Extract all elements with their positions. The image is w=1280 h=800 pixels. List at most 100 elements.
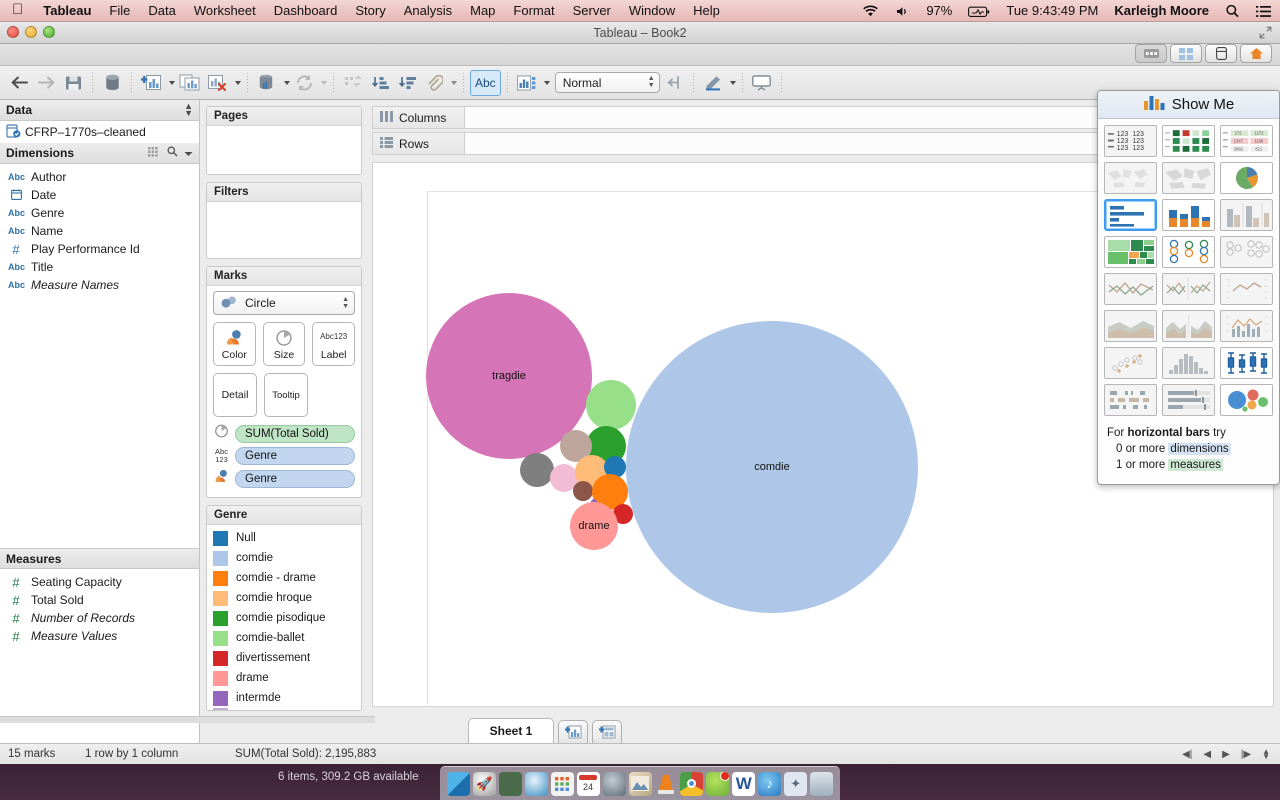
fullscreen-icon[interactable] bbox=[1259, 26, 1272, 39]
photo-booth-icon[interactable]: ✦ bbox=[784, 771, 808, 796]
mark-type-select[interactable]: Circle ▲ ▼ bbox=[213, 291, 355, 315]
show-me-line-discrete[interactable] bbox=[1162, 273, 1215, 305]
show-me-heat-map[interactable] bbox=[1162, 125, 1215, 157]
sort-descending-button[interactable] bbox=[394, 70, 420, 96]
dimension-date[interactable]: Date bbox=[0, 186, 199, 204]
label-shelf-button[interactable]: Abc 123 Label bbox=[312, 322, 356, 366]
legend-item-comdie-pisodique[interactable]: comdie pisodique bbox=[207, 608, 361, 628]
spotify-icon[interactable] bbox=[706, 771, 730, 796]
home-tab[interactable] bbox=[1240, 44, 1272, 63]
datasource-item[interactable]: CFRP–1770s–cleaned bbox=[0, 121, 199, 143]
measure-measure-values[interactable]: # Measure Values bbox=[0, 627, 199, 645]
pages-drop-zone[interactable] bbox=[207, 126, 361, 174]
fit-select[interactable]: Normal ▲ ▼ bbox=[554, 72, 660, 93]
vlc-icon[interactable] bbox=[655, 772, 678, 796]
window-controls[interactable] bbox=[7, 26, 55, 38]
measure-total-sold[interactable]: # Total Sold bbox=[0, 591, 199, 609]
legend-item-null[interactable]: Null bbox=[207, 528, 361, 548]
pin-button[interactable] bbox=[661, 70, 687, 96]
highlight-paperclip-button[interactable] bbox=[421, 70, 447, 96]
sheet-tab-sheet-1[interactable]: Sheet 1 bbox=[468, 718, 554, 743]
show-me-pie-chart[interactable] bbox=[1220, 162, 1273, 194]
last-page-icon[interactable]: |▶ bbox=[1241, 749, 1251, 760]
launchpad-icon[interactable]: 🚀 bbox=[472, 771, 496, 796]
menu-item-analysis[interactable]: Analysis bbox=[395, 3, 461, 18]
show-me-highlight-table[interactable]: 172 1272 1347 1196 2882 821 bbox=[1220, 125, 1273, 157]
notification-center-icon[interactable] bbox=[1248, 3, 1280, 18]
new-worksheet-tab-button[interactable] bbox=[558, 720, 588, 743]
show-me-stacked-bar[interactable] bbox=[1162, 199, 1215, 231]
color-shelf-button[interactable]: Color bbox=[213, 322, 256, 366]
pill-genre-label[interactable]: Genre bbox=[235, 447, 355, 465]
dimension-title[interactable]: Abc Title bbox=[0, 258, 199, 276]
dimension-name[interactable]: Abc Name bbox=[0, 222, 199, 240]
save-button[interactable] bbox=[60, 70, 86, 96]
format-dropdown-caret[interactable] bbox=[729, 80, 736, 85]
show-me-scatter-plot[interactable] bbox=[1104, 347, 1157, 379]
size-shelf-button[interactable]: Size bbox=[262, 322, 306, 366]
menu-bar-user[interactable]: Karleigh Moore bbox=[1106, 3, 1217, 18]
word-icon[interactable]: W bbox=[732, 771, 756, 796]
bubble-grey[interactable] bbox=[520, 453, 554, 487]
show-me-area-continuous[interactable] bbox=[1104, 310, 1157, 342]
new-worksheet-dropdown-caret[interactable] bbox=[169, 80, 175, 85]
database-tab[interactable] bbox=[1205, 44, 1237, 63]
menu-item-dashboard[interactable]: Dashboard bbox=[265, 3, 347, 18]
legend-item-comdie-drame[interactable]: comdie - drame bbox=[207, 568, 361, 588]
menu-item-window[interactable]: Window bbox=[620, 3, 684, 18]
legend-item-partial[interactable] bbox=[207, 708, 361, 710]
bubble-comdie-ballet[interactable] bbox=[586, 380, 636, 430]
refresh-data-source-button[interactable] bbox=[254, 70, 280, 96]
menu-item-worksheet[interactable]: Worksheet bbox=[185, 3, 265, 18]
status-nav-buttons[interactable]: ◀| ◀ ▶ |▶ ▲ ▼ bbox=[1182, 748, 1280, 761]
format-pen-button[interactable] bbox=[700, 70, 726, 96]
menu-item-format[interactable]: Format bbox=[504, 3, 563, 18]
legend-item-divertissement[interactable]: divertissement bbox=[207, 648, 361, 668]
legend-item-comdie-ballet[interactable]: comdie-ballet bbox=[207, 628, 361, 648]
chrome-icon[interactable] bbox=[680, 771, 704, 796]
new-dashboard-tab-button[interactable] bbox=[592, 720, 622, 743]
show-mark-labels-button[interactable]: Abc bbox=[470, 69, 501, 96]
refresh-data-source-caret[interactable] bbox=[284, 80, 290, 85]
menu-bar-clock[interactable]: Tue 9:43:49 PM bbox=[998, 3, 1106, 18]
legend-item-intermde[interactable]: intermde bbox=[207, 688, 361, 708]
grid-view-tab[interactable] bbox=[1170, 44, 1202, 63]
show-me-side-by-side-bar[interactable] bbox=[1220, 199, 1273, 231]
dimension-play-performance-id[interactable]: # Play Performance Id bbox=[0, 240, 199, 258]
dimensions-search-icon[interactable] bbox=[167, 146, 178, 160]
legend-item-comdie[interactable]: comdie bbox=[207, 548, 361, 568]
clear-sheet-dropdown-caret[interactable] bbox=[235, 80, 241, 85]
connect-data-button[interactable] bbox=[99, 70, 125, 96]
show-me-histogram[interactable] bbox=[1162, 347, 1215, 379]
show-me-dual-combination[interactable] bbox=[1220, 310, 1273, 342]
menu-item-tableau[interactable]: Tableau bbox=[34, 3, 100, 18]
next-page-icon[interactable]: ▶ bbox=[1222, 749, 1230, 760]
clear-sheet-button[interactable] bbox=[204, 70, 231, 96]
show-me-line-continuous[interactable] bbox=[1104, 273, 1157, 305]
mission-control-icon[interactable] bbox=[498, 771, 522, 796]
menu-item-story[interactable]: Story bbox=[346, 3, 394, 18]
marks-pill-size[interactable]: SUM(Total Sold) bbox=[213, 424, 355, 443]
swap-rows-columns-button[interactable] bbox=[340, 70, 366, 96]
pill-genre-color[interactable]: Genre bbox=[235, 469, 355, 488]
finder-icon[interactable] bbox=[447, 771, 470, 796]
marks-pill-label[interactable]: Abc 123 Genre bbox=[213, 447, 355, 465]
trash-icon[interactable] bbox=[810, 771, 834, 796]
sort-ascending-button[interactable] bbox=[367, 70, 393, 96]
show-me-gantt[interactable] bbox=[1104, 384, 1157, 416]
dimension-author[interactable]: Abc Author bbox=[0, 168, 199, 186]
duplicate-sheet-button[interactable] bbox=[176, 70, 203, 96]
mark-type-stepper[interactable]: ▲ ▼ bbox=[342, 296, 349, 310]
show-me-box-plot[interactable] bbox=[1220, 347, 1273, 379]
close-button[interactable] bbox=[7, 26, 19, 38]
show-me-header[interactable]: Show Me bbox=[1098, 91, 1279, 119]
dimensions-grid-icon[interactable] bbox=[148, 146, 160, 160]
dimension-measure-names[interactable]: Abc Measure Names bbox=[0, 276, 199, 294]
resize-handle-icon[interactable]: ▲ ▼ bbox=[1262, 748, 1270, 761]
horizontal-scroll-stub[interactable] bbox=[0, 716, 375, 723]
forward-button[interactable] bbox=[33, 70, 59, 96]
marks-pill-color[interactable]: Genre bbox=[213, 469, 355, 488]
data-source-tab[interactable] bbox=[1135, 44, 1167, 63]
measure-seating-capacity[interactable]: # Seating Capacity bbox=[0, 573, 199, 591]
fix-axes-button[interactable] bbox=[514, 70, 540, 96]
